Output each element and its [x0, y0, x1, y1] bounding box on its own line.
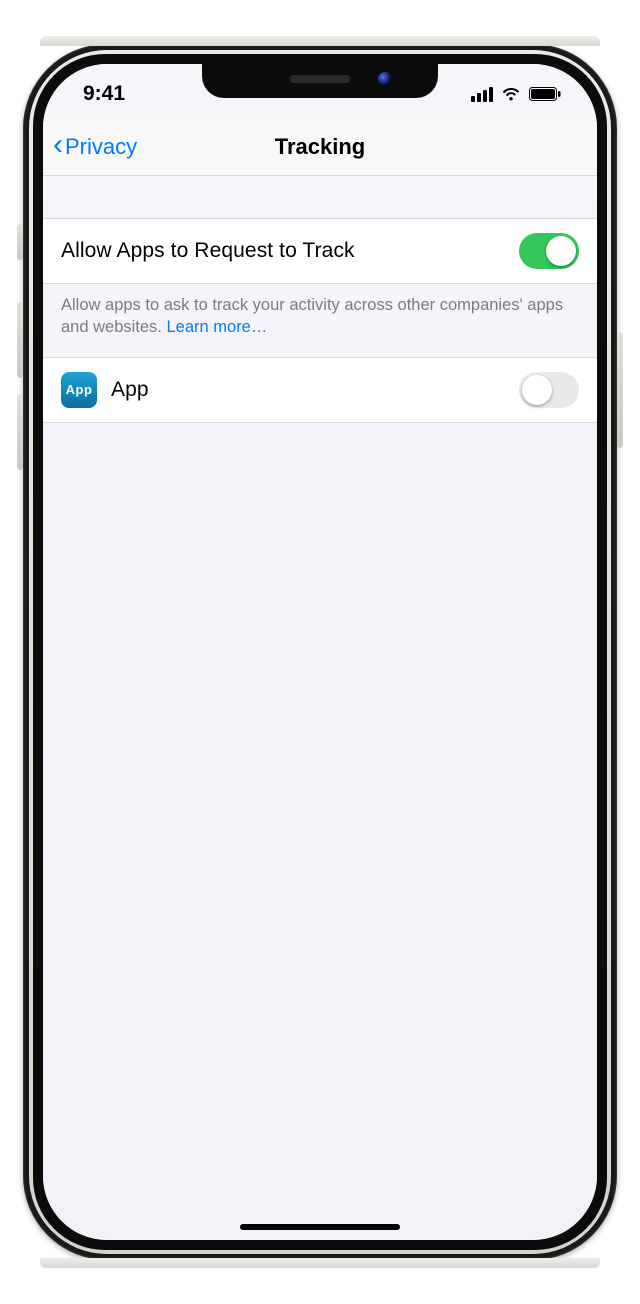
notch [202, 64, 438, 98]
screen: 9:41 ‹ Privacy T [43, 64, 597, 1240]
volume-up-button [17, 302, 23, 378]
allow-apps-to-track-row: Allow Apps to Request to Track [43, 218, 597, 284]
toggle-knob [522, 375, 552, 405]
home-indicator[interactable] [240, 1224, 400, 1230]
allow-apps-to-track-toggle[interactable] [519, 233, 579, 269]
cellular-icon [471, 87, 493, 102]
toggle-knob [546, 236, 576, 266]
back-label: Privacy [65, 134, 137, 160]
app-row-left: App App [61, 372, 149, 408]
app-tracking-toggle[interactable] [519, 372, 579, 408]
wifi-icon [500, 86, 522, 102]
navigation-bar: ‹ Privacy Tracking [43, 118, 597, 176]
learn-more-link[interactable]: Learn more… [166, 318, 267, 336]
phone-top-band [40, 36, 600, 46]
speaker-grille [290, 75, 350, 83]
front-camera [378, 72, 392, 86]
stage: 9:41 ‹ Privacy T [0, 0, 640, 1304]
status-time: 9:41 [71, 76, 125, 106]
apps-list: App App [43, 357, 597, 423]
volume-down-button [17, 394, 23, 470]
app-tracking-row: App App [43, 357, 597, 423]
silence-switch [17, 224, 23, 260]
content-area[interactable]: Allow Apps to Request to Track Allow app… [43, 176, 597, 1240]
app-icon: App [61, 372, 97, 408]
status-indicators [471, 80, 569, 102]
app-name-label: App [111, 378, 149, 402]
battery-icon [529, 87, 561, 101]
section-spacer [43, 176, 597, 218]
back-button[interactable]: ‹ Privacy [53, 118, 137, 175]
page-title: Tracking [275, 134, 365, 160]
footer-text: Allow apps to ask to track your activity… [61, 296, 563, 336]
power-button [617, 332, 623, 448]
phone-device-frame: 9:41 ‹ Privacy T [23, 44, 617, 1260]
allow-apps-to-track-label: Allow Apps to Request to Track [61, 239, 355, 263]
phone-bottom-band [40, 1258, 600, 1268]
chevron-left-icon: ‹ [53, 130, 63, 160]
section-footer: Allow apps to ask to track your activity… [43, 284, 597, 357]
